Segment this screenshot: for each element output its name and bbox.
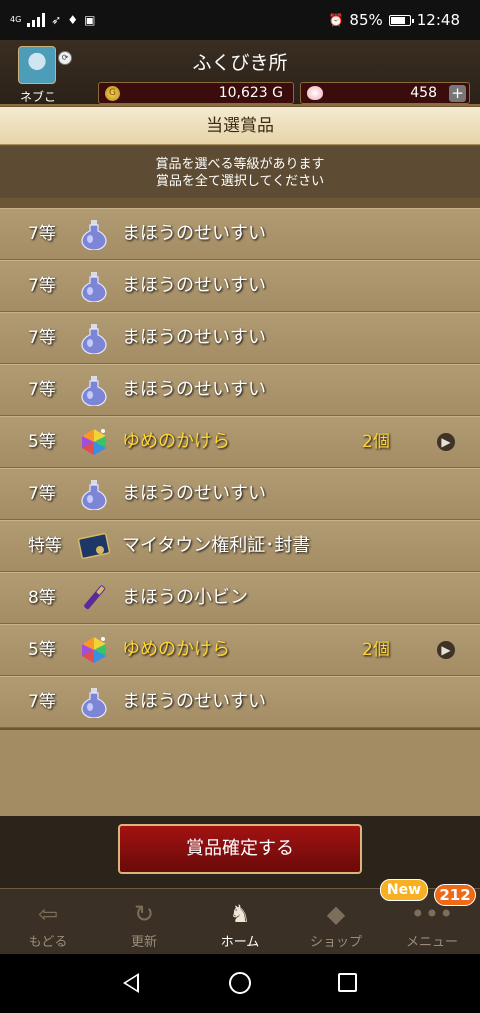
twitter-icon: ♦ — [67, 13, 79, 27]
app-screen: ⟳ ネブこ ふくびき所 G 10,623 G 458 + 当選賞品 賞品を選べる… — [0, 40, 480, 954]
system-home-icon[interactable] — [229, 972, 251, 994]
potion-icon — [78, 374, 110, 407]
user-name: ネブこ — [19, 90, 56, 104]
potion-icon — [78, 686, 110, 719]
gem-value: 458 — [410, 85, 437, 101]
prize-row: 7等 まほうのせいすい — [0, 208, 480, 260]
notice-line-1: 賞品を選べる等級があります — [155, 157, 325, 172]
nav-refresh-label: 更新 — [130, 935, 157, 950]
refresh-badge-icon: ⟳ — [58, 51, 72, 65]
back-arrow-icon: ⇦ — [37, 900, 59, 928]
bird-notification-icon: ➶ — [51, 13, 62, 27]
network-type: 4G — [10, 15, 22, 24]
chevron-right-icon[interactable]: ▶ — [437, 433, 455, 451]
prize-row: 8等 まほうの小ビン — [0, 572, 480, 624]
prize-name: まほうのせいすい — [122, 483, 266, 504]
sealed-letter-icon — [77, 530, 111, 562]
chevron-right-icon[interactable]: ▶ — [437, 641, 455, 659]
image-notification-icon: ▣ — [84, 13, 96, 27]
gold-counter: G 10,623 G — [98, 82, 294, 104]
system-back-icon[interactable] — [123, 973, 139, 993]
prize-quantity: 2個 — [362, 432, 390, 452]
notification-count-badge: 212 — [434, 884, 476, 906]
prize-row: 7等 まほうのせいすい — [0, 364, 480, 416]
gold-value: 10,623 G — [218, 85, 283, 101]
prize-name: マイタウン権利証･封書 — [122, 535, 311, 556]
potion-icon — [78, 478, 110, 511]
battery-percent: 85% — [349, 11, 383, 29]
prize-name: まほうの小ビン — [122, 587, 248, 608]
header: ⟳ ネブこ ふくびき所 G 10,623 G 458 + — [0, 40, 480, 106]
gem-counter: 458 + — [300, 82, 470, 104]
signal-icon — [27, 13, 46, 27]
nav-refresh[interactable]: ↻ 更新 — [96, 889, 192, 954]
system-nav-bar — [0, 954, 480, 1013]
alarm-icon: ⏰ — [328, 13, 344, 27]
list-empty-area — [0, 730, 480, 816]
prize-name: ゆめのかけら — [122, 639, 230, 660]
prize-quantity: 2個 — [362, 640, 390, 660]
prize-grade: 8等 — [28, 588, 56, 608]
avatar[interactable] — [18, 46, 56, 84]
bottom-nav: ⇦ もどる ↻ 更新 ♞ ホーム ◆ ショップ ••• メニュー New 212 — [0, 879, 480, 954]
section-title: 当選賞品 — [0, 107, 480, 145]
slime-shop-icon: ◆ — [326, 900, 346, 928]
potion-icon — [78, 322, 110, 355]
prize-row[interactable]: 5等 ゆめのかけら 2個 ▶ — [0, 416, 480, 468]
prize-grade: 7等 — [28, 276, 56, 296]
prize-name: まほうのせいすい — [122, 327, 266, 348]
prize-grade: 7等 — [28, 380, 56, 400]
nav-back[interactable]: ⇦ もどる — [0, 889, 96, 954]
prize-grade: 5等 — [28, 432, 56, 452]
new-badge: New — [380, 879, 428, 901]
prize-row: 7等 まほうのせいすい — [0, 468, 480, 520]
status-bar: 4G ➶ ♦ ▣ ⏰ 85% 12:48 — [0, 0, 480, 40]
confirm-prizes-button[interactable]: 賞品確定する — [118, 824, 362, 874]
prize-name: まほうのせいすい — [122, 379, 266, 400]
battery-icon — [388, 14, 414, 26]
nav-home-label: ホーム — [220, 935, 260, 950]
prize-row: 7等 まほうのせいすい — [0, 312, 480, 364]
prize-grade: 5等 — [28, 640, 56, 660]
prize-name: まほうのせいすい — [122, 691, 266, 712]
page-title: ふくびき所 — [192, 52, 288, 74]
potion-icon — [78, 270, 110, 303]
potion-icon — [78, 218, 110, 251]
clock: 12:48 — [416, 11, 460, 29]
nav-shop[interactable]: ◆ ショップ — [288, 889, 384, 954]
prize-row: 特等 マイタウン権利証･封書 — [0, 520, 480, 572]
prize-name: まほうのせいすい — [122, 275, 266, 296]
nav-shop-label: ショップ — [309, 935, 362, 950]
nav-home[interactable]: ♞ ホーム — [192, 889, 288, 954]
nav-menu-label: メニュー — [405, 935, 458, 950]
rainbow-gem-icon — [78, 426, 110, 458]
prize-row: 7等 まほうのせいすい — [0, 260, 480, 312]
add-gems-button[interactable]: + — [449, 85, 466, 102]
prize-name: まほうのせいすい — [122, 223, 266, 244]
prize-name: ゆめのかけら — [122, 431, 230, 452]
prize-list: 7等 まほうのせいすい 7等 まほうのせいすい 7等 まほうのせいすい 7等 まほうのせいすい… — [0, 208, 480, 728]
rainbow-gem-icon — [78, 634, 110, 666]
prize-grade: 特等 — [28, 536, 62, 556]
notice: 賞品を選べる等級があります 賞品を全て選択してください — [0, 146, 480, 198]
confirm-bar: 賞品確定する — [0, 816, 480, 888]
nav-back-label: もどる — [28, 935, 68, 950]
vial-icon — [78, 582, 110, 614]
refresh-icon: ↻ — [133, 900, 155, 928]
gold-coin-icon: G — [105, 86, 120, 101]
prize-grade: 7等 — [28, 224, 56, 244]
prize-row[interactable]: 5等 ゆめのかけら 2個 ▶ — [0, 624, 480, 676]
prize-grade: 7等 — [28, 692, 56, 712]
system-recents-icon[interactable] — [338, 973, 357, 992]
prize-row: 7等 まほうのせいすい — [0, 676, 480, 728]
gem-icon — [307, 86, 323, 100]
prize-grade: 7等 — [28, 484, 56, 504]
notice-line-2: 賞品を全て選択してください — [155, 174, 325, 189]
home-monster-icon: ♞ — [229, 900, 251, 928]
prize-grade: 7等 — [28, 328, 56, 348]
